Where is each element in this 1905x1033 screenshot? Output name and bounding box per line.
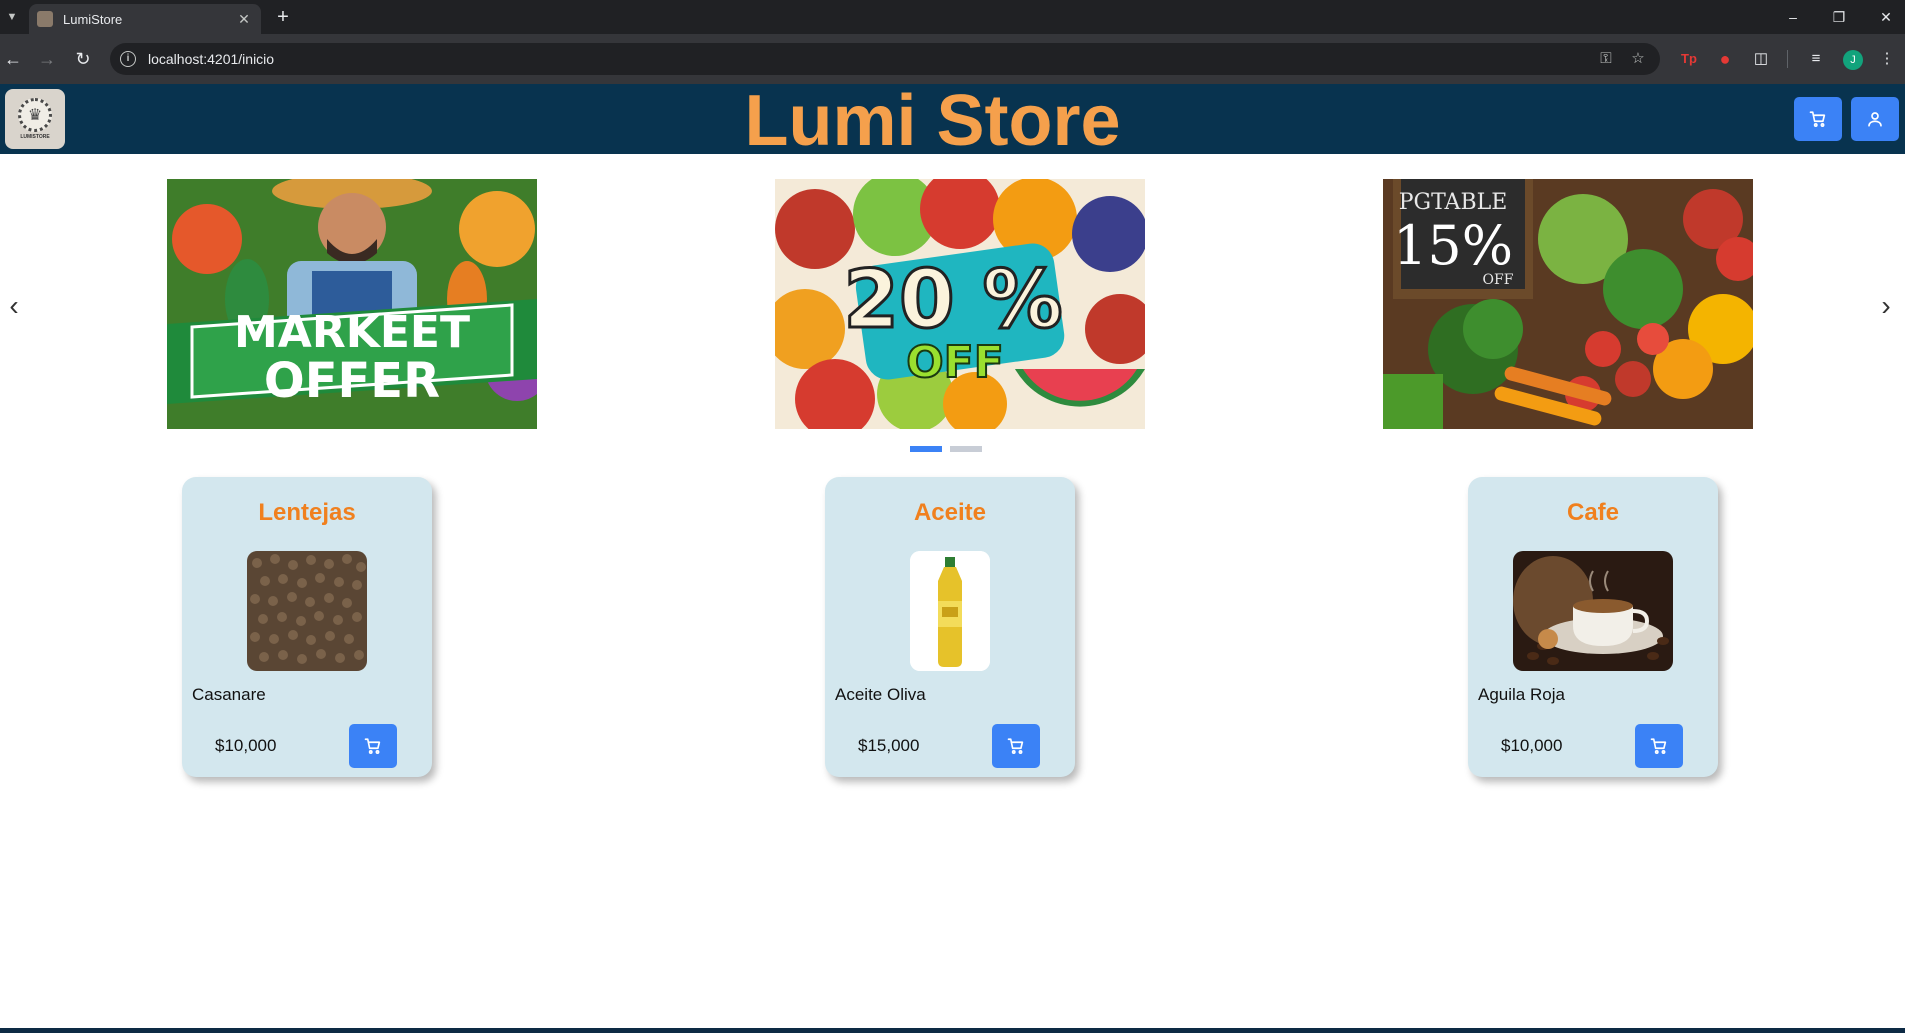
slide-caption-line1: PGTABLE	[1399, 190, 1508, 215]
carousel-indicator-1[interactable]	[910, 446, 942, 452]
product-description: Casanare	[192, 685, 266, 704]
reload-icon[interactable]: ↻	[70, 46, 96, 72]
media-playlist-icon[interactable]: ≡	[1805, 46, 1827, 72]
bookmark-star-icon[interactable]: ☆	[1628, 49, 1648, 69]
page-title: Lumi Store	[744, 81, 1121, 161]
tab-title: LumiStore	[63, 11, 123, 27]
restore-icon[interactable]: ❐	[1828, 6, 1850, 28]
carousel-next-chevron-icon[interactable]: ›	[1874, 288, 1898, 324]
header-cart-button[interactable]	[1794, 97, 1842, 141]
product-card-lentejas: Lentejas Casanare $10,000	[182, 477, 432, 777]
product-name: Aceite	[913, 499, 987, 526]
cart-icon	[1007, 738, 1024, 754]
password-key-icon[interactable]: ⚿	[1596, 49, 1616, 69]
slide-caption-line2: OFFER	[264, 353, 440, 409]
add-to-cart-button[interactable]	[349, 724, 397, 768]
carousel-indicator-2[interactable]	[950, 446, 982, 452]
slide-caption-line2: 15%	[1393, 214, 1513, 277]
browser-tab-strip: ▼ LumiStore ✕ + – ❐ ✕	[0, 0, 1905, 34]
address-bar[interactable]: i localhost:4201/inicio ⚿ ☆	[110, 43, 1660, 75]
product-description: Aguila Roja	[1478, 685, 1565, 704]
market-offer-image: MARKEET OFFER	[167, 179, 537, 429]
carousel-slide-vegetable-15-off[interactable]: PGTABLE 15% OFF	[1383, 179, 1753, 429]
site-header: ♛ LUMISTORE Lumi Store	[0, 81, 1905, 161]
back-arrow-icon[interactable]: ←	[0, 46, 26, 72]
cart-icon	[364, 738, 381, 754]
cart-icon	[1809, 111, 1826, 127]
product-image-aceite	[910, 551, 990, 671]
page-bottom-border	[0, 1028, 1905, 1033]
product-price: $10,000	[1501, 736, 1563, 755]
fruit-discount-image: 20 % OFF	[775, 179, 1145, 429]
url-text[interactable]: localhost:4201/inicio	[148, 51, 274, 67]
carousel-slide-market-offer[interactable]: MARKEET OFFER	[167, 179, 537, 429]
carousel-slide-20-off[interactable]: 20 % OFF	[775, 179, 1145, 429]
slide-caption-line1: MARKEET	[234, 307, 470, 358]
profile-avatar[interactable]: J	[1843, 50, 1863, 70]
minimize-icon[interactable]: –	[1782, 6, 1804, 28]
carousel-prev-chevron-icon[interactable]: ‹	[2, 288, 26, 324]
product-card-aceite: Aceite Aceite Oliva $15,000	[825, 477, 1075, 777]
product-price: $10,000	[215, 736, 277, 755]
product-image-cafe	[1513, 551, 1673, 671]
product-price: $15,000	[858, 736, 920, 755]
extensions-puzzle-icon[interactable]: ◫	[1750, 46, 1772, 72]
close-tab-icon[interactable]: ✕	[235, 11, 253, 28]
extension-red-icon[interactable]: ●	[1714, 46, 1736, 72]
menu-kebab-icon[interactable]: ⋮	[1876, 46, 1898, 72]
product-image-lentejas	[247, 551, 367, 671]
slide-caption-line3: OFF	[1483, 272, 1514, 288]
add-to-cart-button[interactable]	[1635, 724, 1683, 768]
cart-icon	[1650, 738, 1667, 754]
product-name: Lentejas	[258, 499, 356, 526]
header-user-button[interactable]	[1851, 97, 1899, 141]
product-card-cafe: Cafe Aguila Roja $10,000	[1468, 477, 1718, 777]
product-description: Aceite Oliva	[835, 685, 926, 704]
favicon-icon	[37, 11, 53, 27]
vegetable-stall-image: PGTABLE 15% OFF	[1383, 179, 1753, 429]
slide-caption-line1: 20 %	[843, 253, 1062, 346]
browser-tab[interactable]: LumiStore ✕	[29, 4, 261, 34]
slide-caption-line2: OFF	[906, 337, 1004, 388]
promo-carousel: ‹ › MARKEET OFFER 20 % OFF PGTABLE 15% O…	[0, 154, 1905, 464]
site-info-icon[interactable]: i	[120, 51, 136, 67]
browser-toolbar: ← → ↻ i localhost:4201/inicio ⚿ ☆ Tp ● ◫…	[0, 34, 1905, 84]
toolbar-separator	[1787, 50, 1788, 68]
new-tab-plus-icon[interactable]: +	[272, 6, 294, 28]
close-window-icon[interactable]: ✕	[1875, 6, 1897, 28]
tab-search-chevron-icon[interactable]: ▼	[2, 7, 22, 27]
user-icon	[1868, 112, 1882, 127]
forward-arrow-icon[interactable]: →	[34, 46, 60, 72]
add-to-cart-button[interactable]	[992, 724, 1040, 768]
extension-tp-icon[interactable]: Tp	[1678, 46, 1700, 72]
product-name: Cafe	[1566, 499, 1620, 526]
